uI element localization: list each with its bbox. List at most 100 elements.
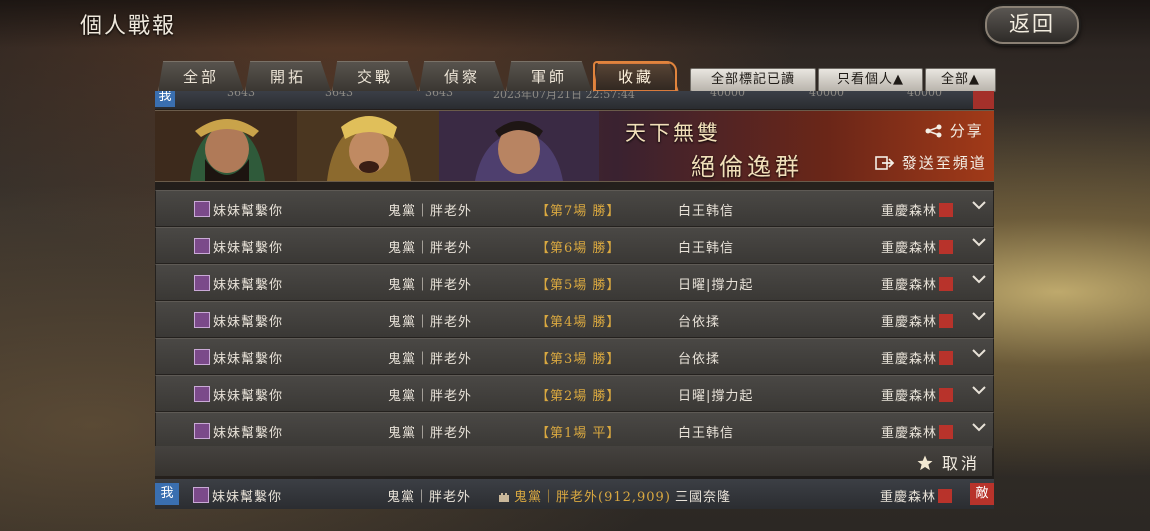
previous-report-row[interactable]: 我 3643 3643 3643 2023年07月21日 22:57:44 40… [155,91,994,109]
attacker-name: 妹妹幫繫你 [194,348,283,367]
battle-result: 【第6場 勝】 [536,241,621,256]
hero-portrait-1 [155,111,297,181]
enemy-flag-icon [939,277,954,291]
enemy-name: 重慶森林 [881,311,956,330]
enemy-flag-icon [939,314,954,328]
battle-location: 鬼黨｜胖老外(912,909) [497,486,671,505]
enemy-name: 重慶森林 [881,200,956,219]
enemy-label: 重慶森林 [881,315,938,330]
tab-favorites[interactable]: 收藏 [593,61,679,92]
prev-value: 40000 [907,91,942,99]
attacker-name: 妹妹幫繫你 [193,486,282,505]
alliance-name: 鬼黨｜胖老外 [388,315,473,330]
enemy-name: 重慶森林 [881,385,956,404]
share-icon [925,124,942,138]
rank-icon [194,349,210,365]
attacker-name: 妹妹幫繫你 [194,422,283,441]
target-name: 日曜|撐力起 [678,278,754,293]
chevron-down-icon[interactable] [971,345,987,361]
target-name: 白王韩信 [678,241,735,256]
rank-icon [194,386,210,402]
alliance-name: 鬼黨｜胖老外 [388,241,473,256]
battle-row[interactable]: 妹妹幫繫你 鬼黨｜胖老外 【第2場 勝】 日曜|撐力起 重慶森林 [155,375,994,412]
alliance-name: 鬼黨｜胖老外 [388,204,473,219]
tab-explore[interactable]: 開拓 [245,61,331,92]
cancel-favorite-button[interactable]: 取消 [916,450,980,474]
star-icon [917,455,933,471]
chevron-down-icon[interactable] [971,197,987,213]
battle-summary-row[interactable]: 我 妹妹幫繫你 鬼黨｜胖老外 鬼黨｜胖老外(912,909) 三國奈隆 重慶森林… [155,479,994,509]
prev-date: 2023年07月21日 22:57:44 [493,91,635,101]
enemy-name: 重慶森林 [880,486,955,505]
attacker-name: 妹妹幫繫你 [194,274,283,293]
enemy-flag-icon [939,351,954,365]
battle-row[interactable]: 妹妹幫繫你 鬼黨｜胖老外 【第6場 勝】 白王韩信 重慶森林 [155,227,994,264]
friend-side-badge: 我 [155,483,179,505]
battle-result: 【第7場 勝】 [536,204,621,219]
send-label: 發送至頻道 [901,154,987,172]
friend-side-badge: 我 [155,91,175,107]
attacker-name: 妹妹幫繫你 [194,385,283,404]
hero-banner: 天下無雙 絕倫逸群 分享 發送至頻道 [155,110,994,182]
chevron-down-icon[interactable] [971,271,987,287]
battle-row[interactable]: 妹妹幫繫你 鬼黨｜胖老外 【第3場 勝】 台依揉 重慶森林 [155,338,994,375]
alliance-name: 鬼黨｜胖老外 [387,490,472,505]
favorite-bar: 取消 [155,446,992,476]
battle-result: 【第2場 勝】 [536,389,621,404]
attacker-name: 妹妹幫繫你 [194,237,283,256]
rank-icon [194,275,210,291]
banner-title-line1: 天下無雙 [625,121,721,145]
battle-row[interactable]: 妹妹幫繫你 鬼黨｜胖老外 【第4場 勝】 台依揉 重慶森林 [155,301,994,338]
chevron-down-icon[interactable] [971,382,987,398]
chevron-down-icon[interactable] [971,234,987,250]
attacker-name: 妹妹幫繫你 [194,311,283,330]
target-name: 白王韩信 [678,204,735,219]
hero-portrait-3 [439,111,599,181]
alliance-name: 鬼黨｜胖老外 [388,426,473,441]
attacker-label: 妹妹幫繫你 [213,389,284,404]
target-name: 三國奈隆 [675,490,732,505]
battle-result: 【第5場 勝】 [536,278,621,293]
all-filter-dropdown[interactable]: 全部▲ [925,68,996,92]
enemy-name: 重慶森林 [881,274,956,293]
back-button[interactable]: 返回 [985,6,1079,44]
prev-value: 3643 [325,91,353,99]
share-label: 分享 [949,122,984,140]
chevron-down-icon[interactable] [971,308,987,324]
send-to-channel-button[interactable]: 發送至頻道 [875,152,987,173]
only-personal-filter[interactable]: 只看個人▲ [818,68,923,92]
battle-result: 【第4場 勝】 [536,315,621,330]
tab-all[interactable]: 全部 [158,61,244,92]
rank-icon [194,312,210,328]
battle-result: 【第1場 平】 [536,426,621,441]
enemy-name: 重慶森林 [881,237,956,256]
tab-battle[interactable]: 交戰 [332,61,418,92]
battle-row[interactable]: 妹妹幫繫你 鬼黨｜胖老外 【第5場 勝】 日曜|撐力起 重慶森林 [155,264,994,301]
tab-scout[interactable]: 偵察 [419,61,505,92]
enemy-label: 重慶森林 [881,278,938,293]
enemy-label: 重慶森林 [881,389,938,404]
report-list: 我 3643 3643 3643 2023年07月21日 22:57:44 40… [155,91,994,509]
location-label: 鬼黨｜胖老外(912,909) [514,490,671,505]
cancel-label: 取消 [941,454,980,473]
prev-value: 40000 [710,91,745,99]
chevron-down-icon[interactable] [971,419,987,435]
tab-strategist[interactable]: 軍師 [506,61,592,92]
attacker-name: 妹妹幫繫你 [194,200,283,219]
enemy-label: 重慶森林 [880,490,937,505]
prev-value: 40000 [809,91,844,99]
share-button[interactable]: 分享 [925,120,984,141]
attacker-label: 妹妹幫繫你 [213,426,284,441]
attacker-label: 妹妹幫繫你 [213,278,284,293]
alliance-name: 鬼黨｜胖老外 [388,389,473,404]
enemy-label: 重慶森林 [881,352,938,367]
mark-all-read-button[interactable]: 全部標記已讀 [690,68,816,92]
target-name: 白王韩信 [678,426,735,441]
enemy-label: 重慶森林 [881,426,938,441]
battle-row[interactable]: 妹妹幫繫你 鬼黨｜胖老外 【第1場 平】 白王韩信 重慶森林 [155,412,994,449]
prev-value: 3643 [425,91,453,99]
battle-row[interactable]: 妹妹幫繫你 鬼黨｜胖老外 【第7場 勝】 白王韩信 重慶森林 [155,190,994,227]
banner-title-line2: 絕倫逸群 [691,153,803,181]
target-name: 台依揉 [678,315,721,330]
prev-value: 3643 [227,91,255,99]
